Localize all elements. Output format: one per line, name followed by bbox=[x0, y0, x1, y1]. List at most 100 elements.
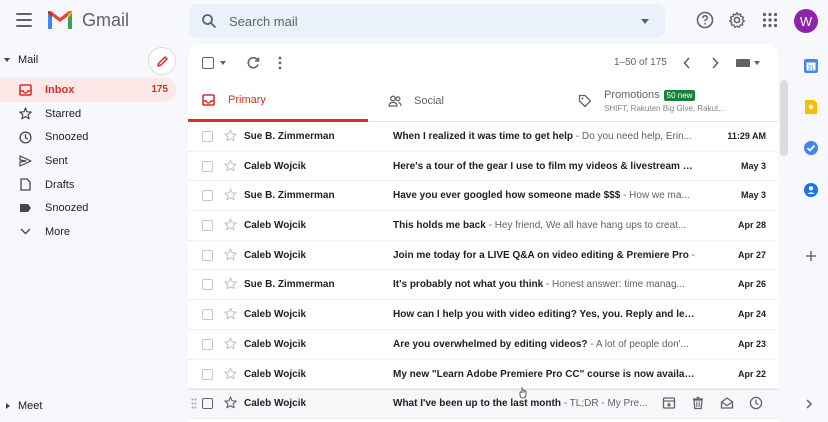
row-checkbox[interactable] bbox=[202, 249, 213, 261]
top-bar: Gmail W bbox=[0, 0, 828, 44]
tab-label: Social bbox=[414, 95, 444, 107]
star-icon[interactable] bbox=[224, 337, 237, 350]
email-row[interactable]: Caleb Wojcik This holds me back - Hey fr… bbox=[188, 211, 778, 241]
mail-list-panel: 1–50 of 175 Primary Social Promotions 50… bbox=[188, 44, 778, 422]
star-icon[interactable] bbox=[224, 366, 237, 380]
show-side-panel-chevron-icon[interactable] bbox=[804, 398, 814, 410]
email-row[interactable]: Caleb Wojcik Join me today for a LIVE Q&… bbox=[188, 241, 778, 271]
sidebar-item-starred[interactable]: Starred bbox=[0, 102, 176, 126]
sidebar-item-label: More bbox=[45, 225, 71, 238]
search-icon[interactable] bbox=[201, 13, 217, 29]
more-vert-icon[interactable] bbox=[278, 56, 282, 70]
email-sender: Caleb Wojcik bbox=[244, 398, 307, 410]
email-sender: Caleb Wojcik bbox=[244, 338, 307, 350]
star-icon[interactable] bbox=[224, 277, 237, 290]
compose-button[interactable] bbox=[148, 47, 176, 75]
email-row-hovered[interactable]: Caleb Wojcik What I've been up to the la… bbox=[188, 389, 778, 419]
star-icon[interactable] bbox=[224, 248, 237, 261]
email-row[interactable]: Caleb Wojcik Are you overwhelmed by edit… bbox=[188, 330, 778, 360]
drag-handle-icon[interactable] bbox=[191, 398, 197, 409]
input-tools-keyboard-icon[interactable] bbox=[736, 59, 750, 67]
row-checkbox[interactable] bbox=[202, 398, 213, 410]
gmail-logo[interactable]: Gmail bbox=[46, 9, 129, 31]
star-icon[interactable] bbox=[224, 129, 237, 142]
email-row[interactable]: Caleb Wojcik Here's a tour of the gear I… bbox=[188, 152, 778, 182]
contacts-icon[interactable] bbox=[803, 182, 819, 198]
settings-gear-icon[interactable] bbox=[728, 11, 746, 29]
list-scrollbar[interactable] bbox=[780, 80, 788, 156]
mail-section-toggle[interactable]: Mail bbox=[4, 54, 38, 66]
calendar-icon[interactable]: 31 bbox=[803, 58, 819, 74]
row-checkbox[interactable] bbox=[202, 220, 213, 232]
category-tabs: Primary Social Promotions 50 new SHIFT, … bbox=[188, 80, 778, 122]
row-checkbox[interactable] bbox=[202, 279, 213, 291]
archive-icon[interactable] bbox=[662, 396, 676, 410]
row-checkbox[interactable] bbox=[202, 309, 213, 321]
new-count-badge: 50 new bbox=[663, 89, 696, 101]
email-date: May 3 bbox=[740, 190, 766, 201]
star-icon[interactable] bbox=[224, 159, 237, 172]
older-chevron-right-icon[interactable] bbox=[710, 56, 720, 70]
sidebar-item-drafts[interactable]: Drafts bbox=[0, 173, 176, 197]
account-avatar[interactable]: W bbox=[794, 9, 818, 33]
row-checkbox[interactable] bbox=[202, 190, 213, 202]
tab-promotions[interactable]: Promotions 50 new SHIFT, Rakuten Big Giv… bbox=[578, 80, 778, 122]
tab-primary[interactable]: Primary bbox=[188, 80, 368, 122]
email-row[interactable]: Sue B. Zimmerman When I realized it was … bbox=[188, 122, 778, 152]
tab-label: Promotions bbox=[604, 89, 660, 101]
star-icon[interactable] bbox=[224, 188, 237, 201]
star-icon[interactable] bbox=[224, 218, 237, 231]
sidebar-item-label: Snoozed bbox=[45, 131, 89, 144]
help-icon[interactable] bbox=[696, 11, 714, 29]
mail-section-label: Mail bbox=[18, 54, 39, 66]
email-row[interactable]: Caleb Wojcik How can I help you with vid… bbox=[188, 300, 778, 330]
apps-grid-icon[interactable] bbox=[761, 11, 779, 29]
row-checkbox[interactable] bbox=[202, 131, 213, 142]
app-name: Gmail bbox=[82, 9, 130, 30]
select-all-checkbox[interactable] bbox=[202, 57, 214, 69]
row-checkbox[interactable] bbox=[202, 368, 213, 380]
main-menu-icon[interactable] bbox=[16, 13, 32, 27]
snooze-clock-icon[interactable] bbox=[749, 396, 763, 410]
search-options-icon[interactable] bbox=[641, 19, 649, 24]
search-input[interactable] bbox=[229, 12, 609, 30]
meet-section-label: Meet bbox=[18, 400, 43, 412]
star-icon[interactable] bbox=[224, 307, 237, 320]
email-snippet: - A lot of people don'... bbox=[587, 338, 689, 350]
mark-as-read-icon[interactable] bbox=[720, 396, 734, 410]
inbox-unread-count: 175 bbox=[151, 84, 168, 96]
sidebar-item-snoozed-label[interactable]: Snoozed bbox=[0, 196, 176, 220]
email-subject: It's probably not what you think bbox=[393, 279, 544, 291]
sidebar-item-inbox[interactable]: Inbox 175 bbox=[0, 78, 176, 102]
row-hover-actions bbox=[662, 396, 763, 410]
tasks-icon[interactable] bbox=[803, 140, 819, 156]
row-checkbox[interactable] bbox=[202, 160, 213, 172]
email-subject: When I realized it was time to get help bbox=[393, 131, 574, 142]
pagination-range: 1–50 of 175 bbox=[614, 57, 667, 68]
sidebar-item-sent[interactable]: Sent bbox=[0, 149, 176, 173]
svg-text:31: 31 bbox=[808, 66, 815, 72]
tab-social[interactable]: Social bbox=[388, 80, 568, 122]
delete-trash-icon[interactable] bbox=[691, 396, 705, 410]
email-sender: Caleb Wojcik bbox=[244, 249, 307, 261]
email-sender: Sue B. Zimmerman bbox=[244, 190, 335, 202]
email-content: Join me today for a LIVE Q&A on video ed… bbox=[393, 250, 695, 261]
sidebar-item-snoozed[interactable]: Snoozed bbox=[0, 125, 176, 149]
label-tag-icon bbox=[18, 201, 32, 215]
email-row[interactable]: Sue B. Zimmerman It's probably not what … bbox=[188, 270, 778, 301]
meet-section-toggle[interactable]: Meet bbox=[6, 400, 42, 412]
input-tools-dropdown-icon[interactable] bbox=[754, 61, 760, 65]
sidebar-item-more[interactable]: More bbox=[0, 220, 176, 244]
email-row[interactable]: Caleb Wojcik My new "Learn Adobe Premier… bbox=[188, 360, 778, 390]
email-snippet: - Honest answer: time manag... bbox=[543, 279, 685, 291]
keep-icon[interactable] bbox=[803, 99, 819, 115]
add-addon-plus-icon[interactable] bbox=[803, 248, 819, 264]
select-options-icon[interactable] bbox=[220, 61, 226, 65]
star-icon[interactable] bbox=[224, 396, 237, 409]
email-row[interactable]: Sue B. Zimmerman Have you ever googled h… bbox=[188, 181, 778, 212]
email-snippet: - bbox=[688, 249, 695, 261]
newer-chevron-left-icon[interactable] bbox=[682, 56, 692, 70]
email-content: How can I help you with video editing? Y… bbox=[393, 309, 695, 320]
refresh-icon[interactable] bbox=[246, 56, 260, 70]
row-checkbox[interactable] bbox=[202, 338, 213, 350]
